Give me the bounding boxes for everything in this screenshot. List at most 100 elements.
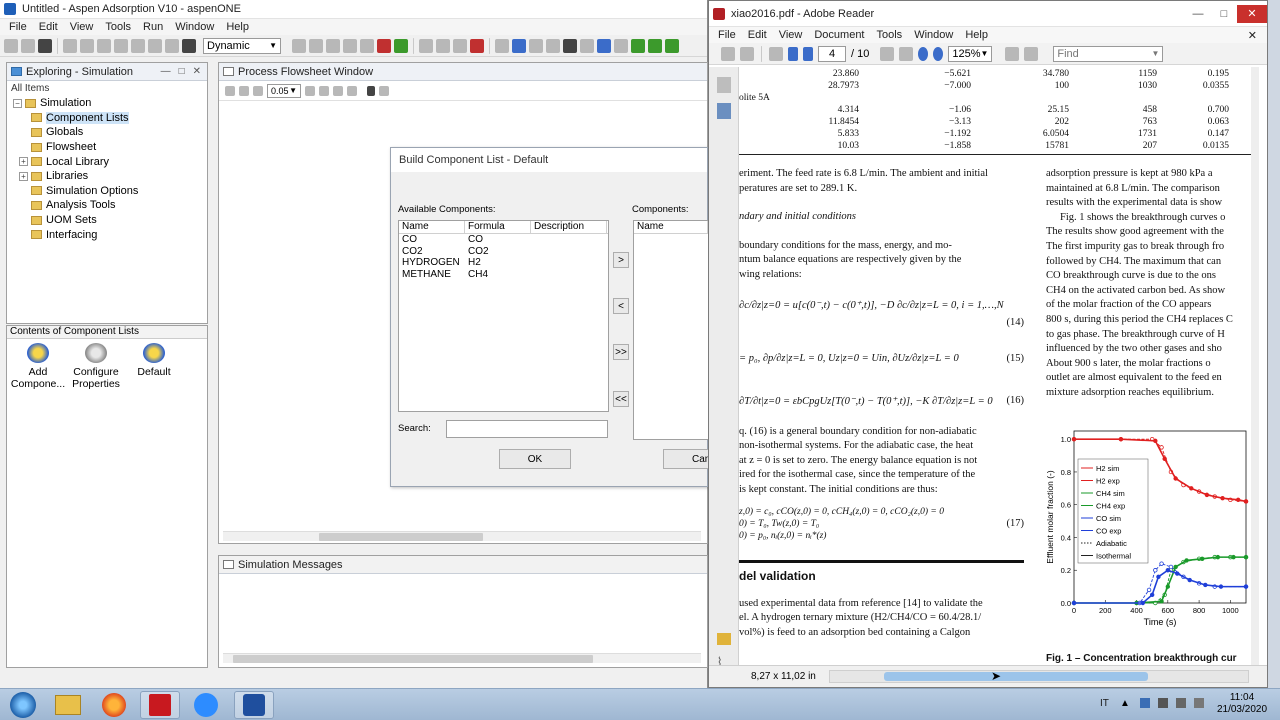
menu-tools[interactable]: Tools — [871, 29, 909, 41]
restart-icon[interactable] — [360, 38, 374, 53]
tool-a-icon[interactable] — [419, 38, 433, 53]
taskbar-aspen[interactable] — [234, 691, 274, 719]
undo-view-icon[interactable] — [379, 85, 389, 96]
tray-signal-icon[interactable] — [1176, 698, 1186, 708]
rewind-icon[interactable] — [343, 38, 357, 53]
tree-item-uom-sets[interactable]: UOM Sets — [13, 213, 207, 228]
pointer-icon[interactable] — [367, 85, 375, 96]
close-icon[interactable]: ✕ — [1237, 4, 1267, 23]
copy-icon[interactable] — [114, 38, 128, 53]
print-icon[interactable] — [721, 46, 735, 61]
search-input[interactable] — [446, 420, 608, 438]
language-indicator[interactable]: IT — [1100, 698, 1109, 709]
tray-chevron-icon[interactable]: ▲ — [1120, 698, 1130, 709]
tool-n-icon[interactable] — [648, 38, 662, 53]
tray-flag-icon[interactable] — [1158, 698, 1168, 708]
pdf-v-scrollbar[interactable] — [1251, 67, 1259, 667]
add-button[interactable]: > — [613, 252, 629, 268]
collapse-icon[interactable]: − — [13, 98, 22, 108]
redo-icon[interactable] — [165, 38, 179, 53]
route-icon[interactable] — [319, 85, 329, 96]
menu-edit[interactable]: Edit — [33, 21, 64, 33]
minimize-icon[interactable]: — — [1185, 5, 1211, 23]
tray-volume-icon[interactable] — [1194, 698, 1204, 708]
help-pointer-icon[interactable] — [182, 38, 196, 53]
list-row[interactable]: HYDROGEN H2 — [399, 257, 608, 269]
col-name[interactable]: Name — [399, 221, 465, 233]
hand-tool-icon[interactable] — [899, 46, 914, 61]
menu-tools[interactable]: Tools — [99, 21, 137, 33]
zoom-in-icon[interactable] — [933, 46, 944, 61]
zoom-select[interactable]: 125% ▼ — [948, 45, 993, 62]
menu-file[interactable]: File — [712, 29, 742, 41]
pause-icon[interactable] — [326, 38, 340, 53]
menu-view[interactable]: View — [773, 29, 809, 41]
menu-window[interactable]: Window — [169, 21, 220, 33]
taskbar-firefox[interactable] — [94, 691, 134, 719]
scroll-thumb[interactable] — [233, 655, 593, 663]
specification-icon[interactable] — [394, 38, 408, 53]
col-description[interactable]: Description — [531, 221, 607, 233]
tree-item-simulation-options[interactable]: Simulation Options — [13, 184, 207, 199]
grid-icon[interactable] — [225, 85, 235, 96]
tree-item-component-lists[interactable]: Component Lists — [13, 111, 207, 126]
find-input[interactable]: Find ▼ — [1053, 45, 1164, 62]
undo-icon[interactable] — [148, 38, 162, 53]
list-row[interactable]: CO2 CO2 — [399, 246, 608, 258]
expand-icon[interactable]: + — [19, 157, 28, 167]
tool-c-icon[interactable] — [453, 38, 467, 53]
save-icon[interactable] — [38, 38, 52, 53]
pages-icon[interactable] — [716, 77, 731, 93]
scroll-thumb[interactable] — [884, 672, 1148, 681]
list-row[interactable]: CO CO — [399, 234, 608, 246]
tray-network-icon[interactable] — [1140, 698, 1150, 708]
menu-view[interactable]: View — [64, 21, 100, 33]
start-button[interactable] — [2, 691, 44, 719]
default-list-item[interactable]: Default — [123, 343, 185, 390]
pdf-h-scrollbar[interactable] — [829, 670, 1249, 683]
available-components-list[interactable]: Name Formula Description CO CO CO2 CO2 HYD… — [398, 220, 609, 412]
cut-icon[interactable] — [97, 38, 111, 53]
close-document-icon[interactable]: ✕ — [1242, 29, 1267, 42]
menu-document[interactable]: Document — [808, 29, 870, 41]
layout-icon[interactable] — [305, 85, 315, 96]
menu-edit[interactable]: Edit — [742, 29, 773, 41]
attachment-icon[interactable]: ⌇ — [717, 655, 731, 668]
col-name[interactable]: Name — [634, 221, 708, 233]
tree-item-local-library[interactable]: + Local Library — [13, 154, 207, 169]
list-row[interactable]: METHANE CH4 — [399, 269, 608, 281]
flowsheet-h-scrollbar[interactable] — [223, 531, 701, 541]
zoom-out-icon[interactable] — [918, 46, 929, 61]
previous-page-icon[interactable] — [788, 46, 798, 61]
next-page-icon[interactable] — [803, 46, 813, 61]
add-all-button[interactable]: >> — [613, 344, 629, 360]
tool-e-icon[interactable] — [495, 38, 509, 53]
ok-button[interactable]: OK — [499, 449, 571, 469]
tool-b-icon[interactable] — [436, 38, 450, 53]
step-icon[interactable] — [309, 38, 323, 53]
share-icon[interactable] — [769, 46, 783, 61]
page-number-input[interactable]: 4 — [818, 45, 846, 62]
taskbar-adobe[interactable] — [140, 691, 180, 719]
remove-all-button[interactable]: << — [613, 391, 629, 407]
menu-help[interactable]: Help — [220, 21, 255, 33]
maximize-icon[interactable]: □ — [179, 66, 185, 77]
select-tool-icon[interactable] — [880, 46, 895, 61]
menu-help[interactable]: Help — [959, 29, 994, 41]
taskbar-zoom[interactable] — [186, 691, 226, 719]
tool-m-icon[interactable] — [631, 38, 645, 53]
tree-item-analysis-tools[interactable]: Analysis Tools — [13, 198, 207, 213]
remove-button[interactable]: < — [613, 298, 629, 314]
run-mode-select[interactable]: Dynamic ▼ — [203, 37, 281, 54]
tool-k-icon[interactable] — [597, 38, 611, 53]
expand-icon[interactable]: + — [19, 171, 28, 181]
clock[interactable]: 11:04 21/03/2020 — [1212, 692, 1272, 716]
taskbar-explorer[interactable] — [48, 691, 88, 719]
tool-o-icon[interactable] — [665, 38, 679, 53]
add-component-item[interactable]: Add Compone... — [7, 343, 69, 390]
messages-h-scrollbar[interactable] — [223, 653, 701, 663]
tool-h-icon[interactable] — [546, 38, 560, 53]
fit-page-icon[interactable] — [1005, 46, 1020, 61]
fit-width-icon[interactable] — [1024, 46, 1039, 61]
tool-j-icon[interactable] — [580, 38, 594, 53]
